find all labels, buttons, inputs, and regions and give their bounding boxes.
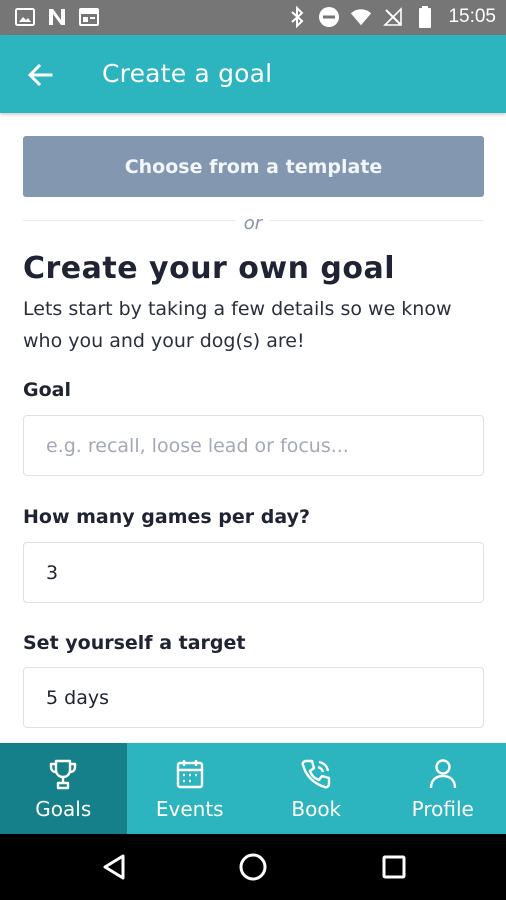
goal-input[interactable] bbox=[23, 415, 484, 476]
nav-item-book[interactable]: Book bbox=[253, 743, 380, 834]
calendar-widget-icon bbox=[78, 6, 100, 28]
bluetooth-icon bbox=[286, 6, 308, 28]
status-time: 15:05 bbox=[448, 6, 496, 27]
back-triangle-icon bbox=[103, 854, 125, 880]
games-per-day-input[interactable] bbox=[23, 542, 484, 603]
nav-label-profile: Profile bbox=[411, 796, 474, 821]
wifi-icon bbox=[350, 6, 372, 28]
user-icon bbox=[426, 757, 460, 791]
section-description: Lets start by taking a few details so we… bbox=[23, 298, 452, 352]
nav-label-goals: Goals bbox=[35, 796, 92, 821]
nav-item-goals[interactable]: Goals bbox=[0, 743, 127, 834]
n-icon bbox=[46, 6, 68, 28]
nav-label-book: Book bbox=[291, 796, 342, 821]
or-separator: or bbox=[0, 213, 506, 234]
choose-template-button[interactable]: Choose from a template bbox=[23, 136, 484, 197]
target-input[interactable] bbox=[23, 667, 484, 728]
do-not-disturb-icon bbox=[318, 6, 340, 28]
main-content: Choose from a template or Create your ow… bbox=[0, 113, 506, 743]
nav-item-profile[interactable]: Profile bbox=[380, 743, 506, 834]
recents-square-icon bbox=[382, 855, 406, 879]
status-left-icons bbox=[14, 6, 100, 28]
page-title: Create a goal bbox=[102, 59, 273, 88]
system-nav-bar bbox=[0, 834, 506, 900]
nav-label-events: Events bbox=[155, 796, 224, 821]
bottom-nav: Goals Events Book Profile bbox=[0, 743, 506, 834]
system-back-button[interactable] bbox=[97, 850, 131, 884]
back-button[interactable] bbox=[20, 55, 60, 95]
phone-icon bbox=[299, 757, 333, 791]
battery-icon bbox=[414, 6, 436, 28]
image-icon bbox=[14, 6, 36, 28]
app-bar: Create a goal bbox=[0, 35, 506, 113]
status-right-icons: 15:05 bbox=[286, 6, 496, 28]
section-title: Create your own goal bbox=[23, 251, 396, 286]
or-label: or bbox=[235, 213, 271, 234]
target-label: Set yourself a target bbox=[23, 632, 246, 654]
system-recents-button[interactable] bbox=[377, 850, 411, 884]
calendar-icon bbox=[173, 757, 207, 791]
trophy-icon bbox=[46, 757, 80, 791]
games-per-day-label: How many games per day? bbox=[23, 506, 311, 528]
arrow-left-icon bbox=[27, 63, 53, 87]
status-bar: 15:05 bbox=[0, 0, 506, 35]
system-home-button[interactable] bbox=[236, 850, 270, 884]
nav-item-events[interactable]: Events bbox=[127, 743, 254, 834]
goal-label: Goal bbox=[23, 379, 71, 401]
no-sim-icon bbox=[382, 6, 404, 28]
home-circle-icon bbox=[239, 853, 267, 881]
